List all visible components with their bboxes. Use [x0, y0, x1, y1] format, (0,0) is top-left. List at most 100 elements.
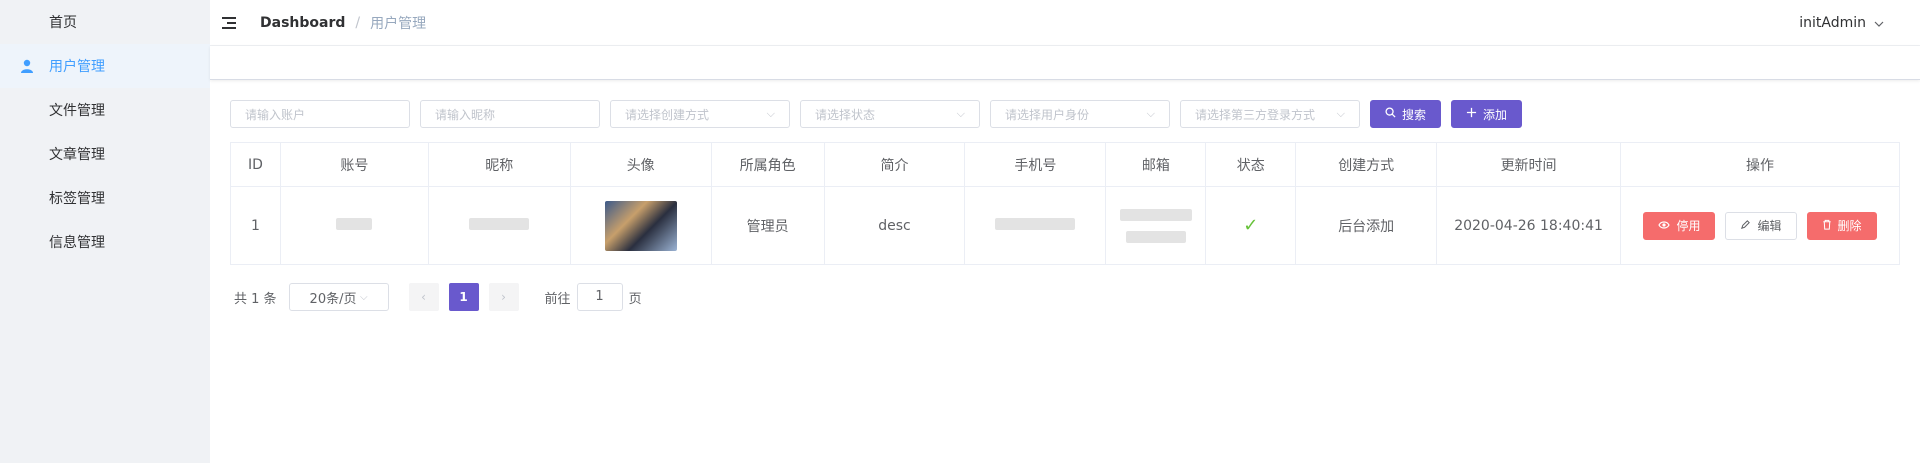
- sidebar-item-article-management[interactable]: 文章管理: [0, 132, 210, 176]
- delete-button-label: 删除: [1837, 219, 1862, 233]
- table-header-row: ID 账号 昵称 头像 所属角色 简介 手机号 邮箱 状态 创建方式 更新时间 …: [230, 142, 1900, 187]
- hamburger-icon[interactable]: [222, 16, 238, 30]
- sidebar-item-label: 首页: [49, 15, 77, 31]
- cell-account: [279, 186, 429, 265]
- check-icon: ✓: [1243, 215, 1259, 236]
- page-size-value: 20条/页: [309, 291, 357, 307]
- cell-create-method: 后台添加: [1295, 186, 1438, 265]
- column-header: 状态: [1205, 142, 1297, 187]
- breadcrumb-current: 用户管理: [370, 15, 427, 32]
- add-button-label: 添加: [1483, 107, 1508, 122]
- page-jumper: 前往 1 页: [545, 283, 642, 311]
- grid-icon: [20, 191, 34, 205]
- breadcrumb-root[interactable]: Dashboard: [260, 15, 345, 31]
- avatar: [604, 200, 677, 251]
- sidebar-item-user-management[interactable]: 用户管理: [0, 44, 210, 88]
- grid-icon: [20, 15, 34, 29]
- trash-icon: [1822, 219, 1832, 233]
- next-page-button[interactable]: ›: [488, 283, 519, 311]
- grid-icon: [20, 147, 34, 161]
- account-input[interactable]: 请输入账户: [230, 100, 410, 128]
- column-header: 手机号: [964, 142, 1107, 187]
- chevron-down-icon: ⌵: [766, 107, 775, 120]
- sidebar-item-file-management[interactable]: 文件管理: [0, 88, 210, 132]
- redacted-nickname: [469, 217, 530, 230]
- cell-email: [1105, 186, 1207, 265]
- row-actions: 停用 编辑 删除: [1621, 211, 1899, 240]
- username: initAdmin: [1799, 14, 1866, 31]
- page-content: 请输入账户 请输入昵称 请选择创建方式 ⌵ 请选择状态 ⌵ 请选择用户身份 ⌵ 请选择…: [210, 80, 1920, 311]
- column-header: 头像: [569, 142, 712, 187]
- chevron-down-icon: ⌵: [1146, 107, 1155, 120]
- grid-icon: [20, 235, 34, 249]
- search-button[interactable]: 搜索: [1370, 100, 1442, 128]
- column-header: ID: [230, 142, 281, 187]
- main-panel: Dashboard / 用户管理 initAdmin 请输入账户 请输入昵称 请…: [210, 0, 1920, 463]
- identity-select[interactable]: 请选择用户身份 ⌵: [990, 100, 1170, 128]
- third-party-placeholder: 请选择第三方登录方式: [1195, 107, 1316, 122]
- sidebar-item-label: 文件管理: [49, 103, 105, 119]
- cell-desc: desc: [823, 186, 966, 265]
- chevron-down-icon: ⌵: [956, 107, 965, 120]
- goto-suffix: 页: [628, 291, 642, 307]
- sidebar-item-home[interactable]: 首页: [0, 0, 210, 44]
- chevron-left-icon: ‹: [421, 290, 426, 304]
- plus-icon: [1466, 107, 1477, 121]
- column-header: 创建方式: [1295, 142, 1438, 187]
- sidebar: 首页 用户管理 文件管理 文章管理 标签管理 信息管理: [0, 0, 210, 463]
- redacted-email: [1125, 230, 1186, 243]
- disable-button[interactable]: 停用: [1643, 211, 1716, 240]
- redacted-account: [336, 217, 373, 230]
- user-menu[interactable]: initAdmin: [1799, 15, 1884, 31]
- page-size-select[interactable]: 20条/页 ⌵: [288, 283, 389, 311]
- cell-status: ✓: [1205, 186, 1297, 265]
- grid-icon: [20, 103, 34, 117]
- breadcrumb: Dashboard / 用户管理: [260, 13, 426, 33]
- redacted-email: [1119, 208, 1192, 221]
- chevron-right-icon: ›: [501, 290, 506, 304]
- filter-bar: 请输入账户 请输入昵称 请选择创建方式 ⌵ 请选择状态 ⌵ 请选择用户身份 ⌵ 请选择…: [230, 100, 1900, 128]
- column-header: 所属角色: [710, 142, 825, 187]
- search-icon: [1385, 107, 1396, 121]
- edit-icon: [1740, 219, 1751, 233]
- sidebar-item-info-management[interactable]: 信息管理: [0, 220, 210, 264]
- sidebar-item-label: 标签管理: [49, 191, 105, 207]
- chevron-down-icon: [1874, 15, 1884, 31]
- third-party-login-select[interactable]: 请选择第三方登录方式 ⌵: [1180, 100, 1360, 128]
- sidebar-item-label: 信息管理: [49, 235, 105, 251]
- nickname-input[interactable]: 请输入昵称: [420, 100, 600, 128]
- app-root: 首页 用户管理 文件管理 文章管理 标签管理 信息管理 Dashboard / …: [0, 0, 1920, 463]
- account-placeholder: 请输入账户: [245, 107, 306, 122]
- goto-page-input[interactable]: 1: [576, 283, 623, 311]
- create-method-select[interactable]: 请选择创建方式 ⌵: [610, 100, 790, 128]
- add-button[interactable]: 添加: [1451, 100, 1523, 128]
- column-header: 操作: [1620, 142, 1900, 187]
- delete-button[interactable]: 删除: [1806, 211, 1877, 240]
- sidebar-item-tag-management[interactable]: 标签管理: [0, 176, 210, 220]
- user-icon: [20, 59, 34, 73]
- column-header: 更新时间: [1436, 142, 1621, 187]
- disable-button-label: 停用: [1676, 219, 1701, 233]
- chevron-down-icon: ⌵: [359, 291, 368, 303]
- cell-actions: 停用 编辑 删除: [1620, 186, 1900, 265]
- column-header: 邮箱: [1105, 142, 1207, 187]
- column-header: 昵称: [427, 142, 571, 187]
- cell-phone: [964, 186, 1107, 265]
- goto-prefix: 前往: [544, 291, 571, 307]
- cell-avatar: [569, 186, 712, 265]
- column-header: 简介: [823, 142, 966, 187]
- prev-page-button[interactable]: ‹: [408, 283, 439, 311]
- edit-button[interactable]: 编辑: [1725, 211, 1797, 240]
- cell-updated-at: 2020-04-26 18:40:41: [1436, 186, 1621, 265]
- sidebar-item-label: 用户管理: [49, 59, 105, 75]
- chevron-down-icon: ⌵: [1336, 107, 1345, 120]
- edit-button-label: 编辑: [1757, 219, 1782, 233]
- create-method-placeholder: 请选择创建方式: [625, 107, 710, 122]
- identity-placeholder: 请选择用户身份: [1005, 107, 1090, 122]
- tags-view-bar: [210, 46, 1920, 80]
- page-number[interactable]: 1: [448, 283, 479, 311]
- cell-role: 管理员: [710, 186, 825, 265]
- redacted-phone: [995, 217, 1076, 230]
- status-select[interactable]: 请选择状态 ⌵: [800, 100, 980, 128]
- breadcrumb-separator: /: [355, 14, 361, 31]
